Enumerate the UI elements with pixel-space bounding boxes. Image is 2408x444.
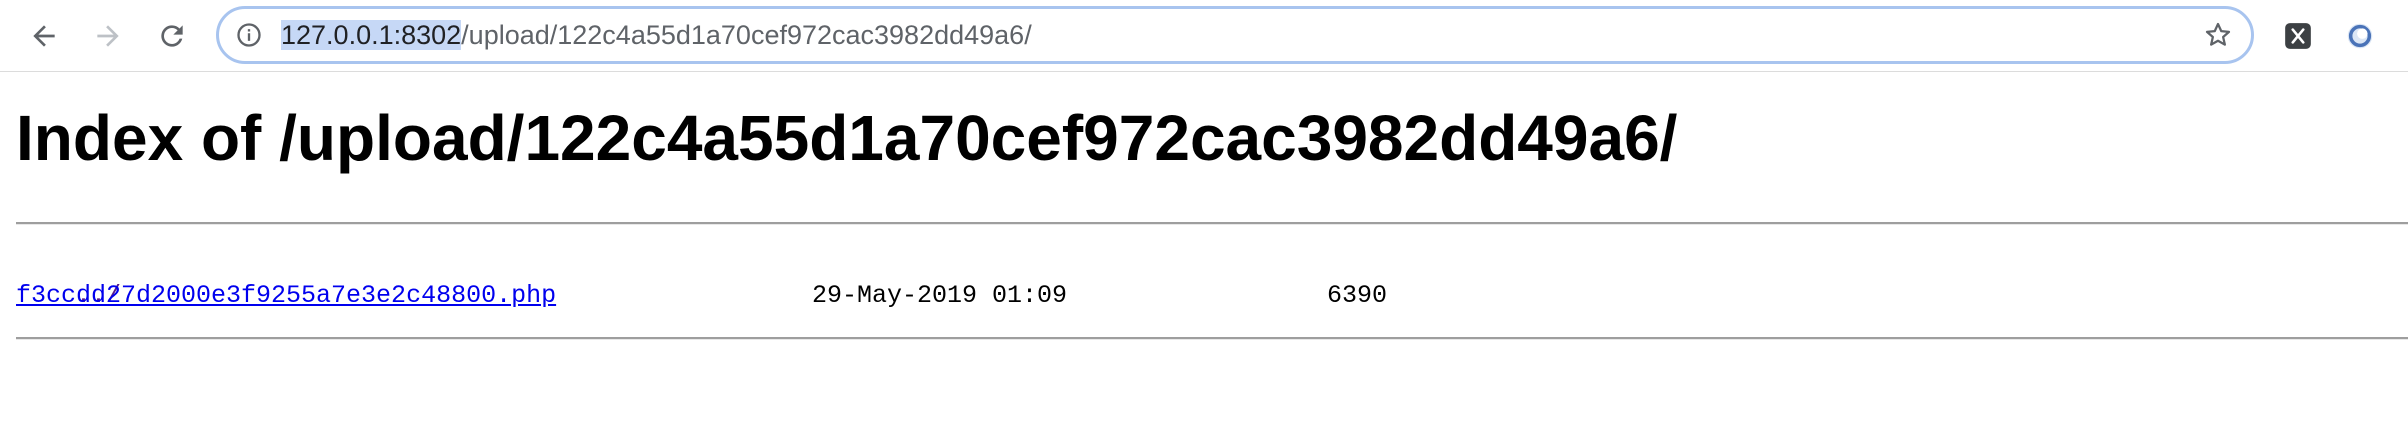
file-date: 29-May-2019 01:09 bbox=[812, 281, 1068, 310]
back-button[interactable] bbox=[22, 14, 66, 58]
file-row: f3ccdd27d2000e3f9255a7e3e2c48800.php 29-… bbox=[16, 281, 1516, 311]
bottom-divider bbox=[16, 337, 2408, 340]
top-divider bbox=[16, 222, 2408, 225]
url-path: /upload/122c4a55d1a70cef972cac3982dd49a6… bbox=[461, 20, 1032, 50]
list-item: ../ bbox=[16, 251, 1516, 310]
arrow-left-icon bbox=[33, 25, 55, 47]
url-host: 127.0.0.1:8302 bbox=[281, 20, 462, 50]
file-size: 6390 bbox=[1327, 281, 1388, 310]
browser-toolbar: 127.0.0.1:8302/upload/122c4a55d1a70cef97… bbox=[0, 0, 2408, 72]
address-bar[interactable]: 127.0.0.1:8302/upload/122c4a55d1a70cef97… bbox=[216, 6, 2254, 64]
forward-button[interactable] bbox=[86, 14, 130, 58]
page-content: Index of /upload/122c4a55d1a70cef972cac3… bbox=[0, 72, 2408, 444]
page-title: Index of /upload/122c4a55d1a70cef972cac3… bbox=[16, 102, 1678, 174]
extension-x-icon[interactable] bbox=[2284, 22, 2312, 50]
arrow-right-icon bbox=[97, 25, 119, 47]
extension-ring-icon[interactable] bbox=[2346, 22, 2374, 50]
url-text[interactable]: 127.0.0.1:8302/upload/122c4a55d1a70cef97… bbox=[281, 9, 1032, 61]
info-icon[interactable] bbox=[235, 21, 263, 49]
file-link[interactable]: f3ccdd27d2000e3f9255a7e3e2c48800.php bbox=[16, 281, 556, 310]
star-icon[interactable] bbox=[2203, 20, 2233, 50]
reload-icon bbox=[161, 25, 183, 47]
reload-button[interactable] bbox=[150, 14, 194, 58]
